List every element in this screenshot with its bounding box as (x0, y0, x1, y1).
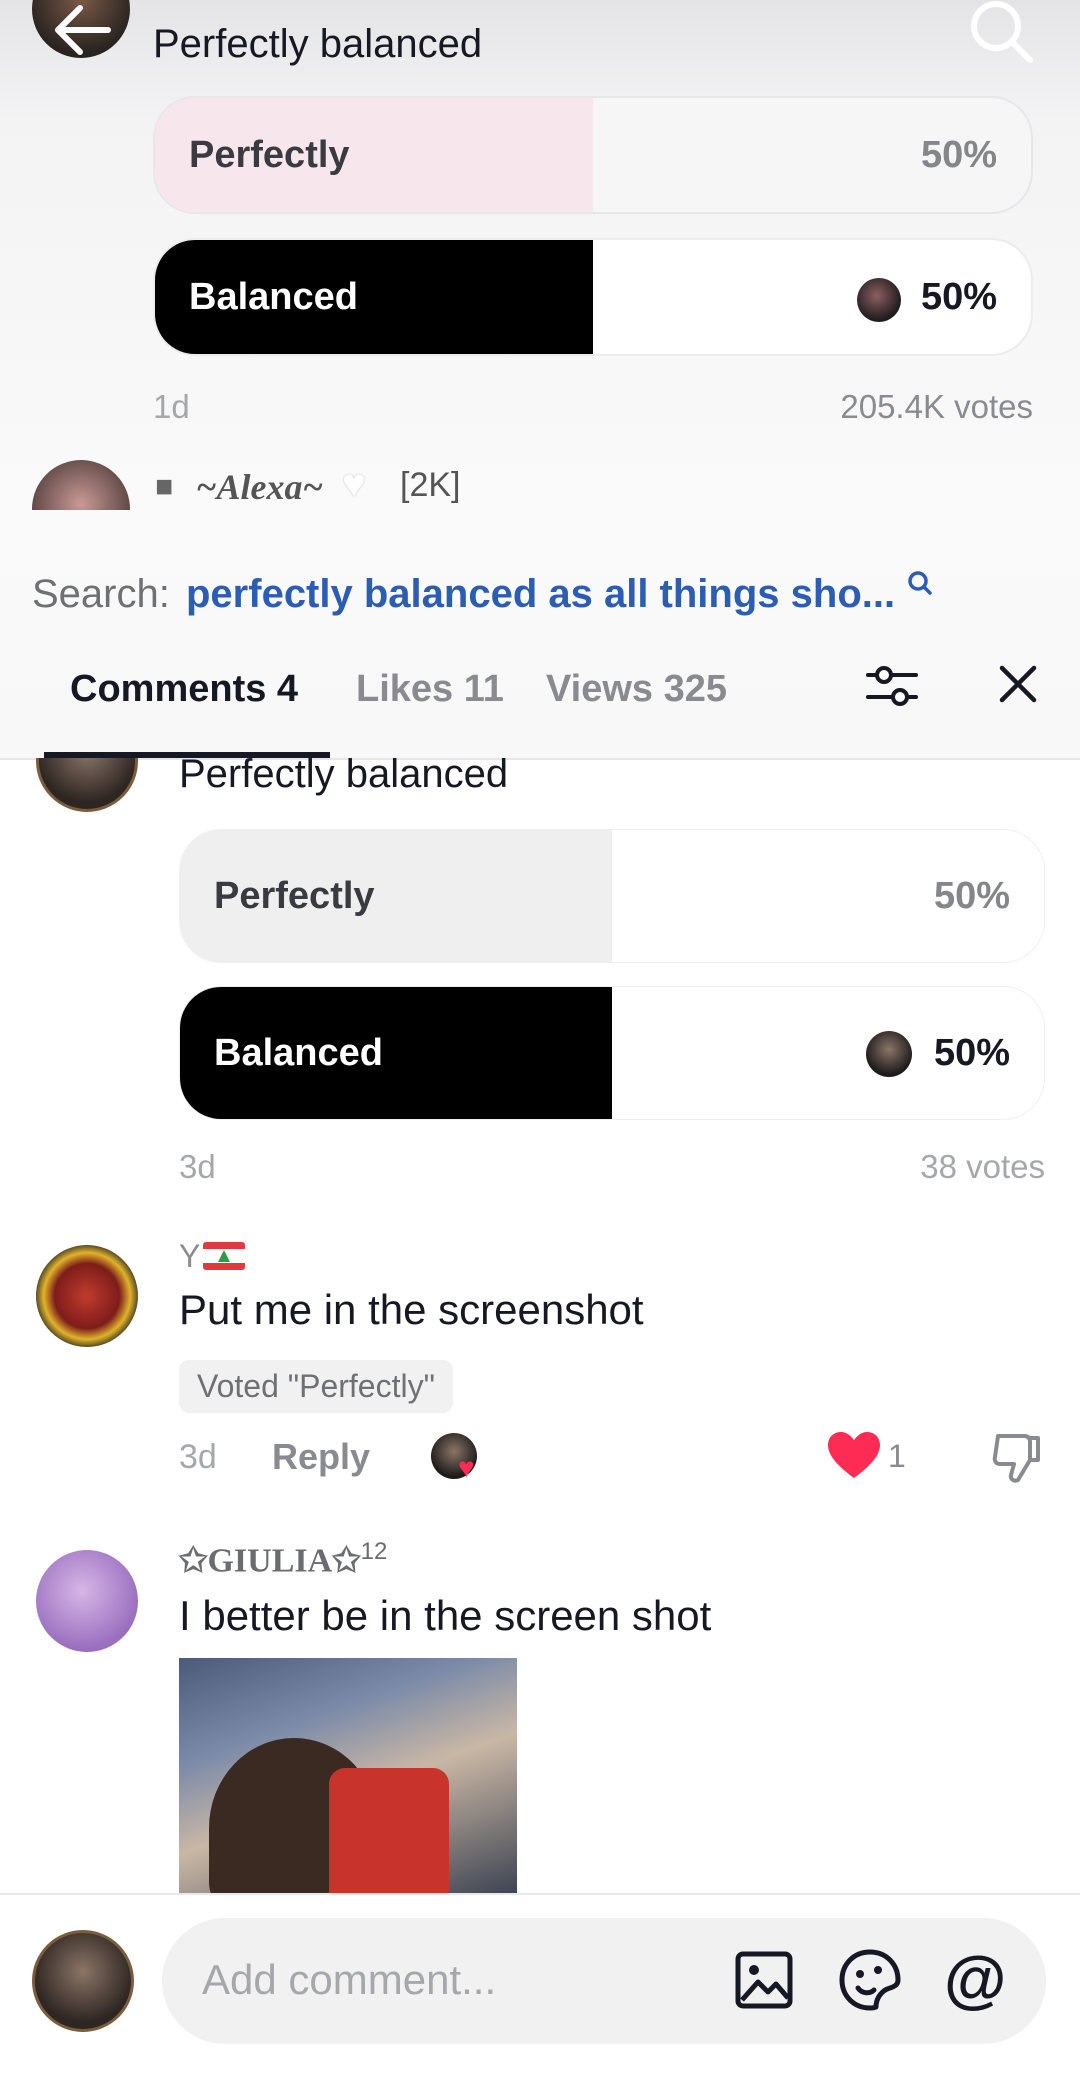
comment-age: 3d (179, 1438, 217, 1476)
comment-username-sup: 12 (360, 1538, 388, 1565)
poll-option-label: Balanced (189, 275, 358, 318)
filter-sliders-icon[interactable] (864, 658, 920, 714)
tab-likes[interactable]: Likes 11 (356, 668, 504, 711)
commenter-avatar[interactable] (36, 1550, 138, 1652)
lebanon-flag-icon (203, 1242, 245, 1270)
shoe-emoji-icon: ■ (155, 470, 174, 503)
video-poll-option-balanced[interactable]: Balanced 50% (153, 238, 1033, 356)
sheet-poll-age: 3d (179, 1148, 216, 1185)
comment-text: Put me in the screenshot (179, 1286, 644, 1333)
back-arrow-icon[interactable] (50, 2, 114, 58)
voter-avatar (857, 278, 901, 322)
dislike-icon[interactable] (992, 1432, 1042, 1484)
tab-comments[interactable]: Comments 4 (70, 668, 298, 711)
video-poll-question: Perfectly balanced (153, 22, 483, 66)
comment-input-placeholder: Add comment... (202, 1956, 497, 2003)
search-prefix: Search: (32, 572, 170, 616)
comment-text: I better be in the screen shot (179, 1592, 712, 1639)
video-poll-age: 1d (153, 388, 190, 425)
poll-option-percent: 50% (920, 275, 997, 318)
voted-tag: Voted "Perfectly" (179, 1360, 453, 1413)
comment-username-text: ✩GIULIA✩ (179, 1542, 361, 1580)
poll-option-percent: 50% (920, 133, 997, 176)
close-icon[interactable] (996, 662, 1040, 706)
voter-avatar (866, 1031, 912, 1077)
comment-image[interactable] (179, 1658, 517, 1894)
search-icon[interactable] (968, 0, 1036, 66)
user-badge: [2K] (400, 466, 461, 504)
image-icon[interactable] (734, 1950, 794, 2010)
sheet-poll-option-balanced[interactable]: Balanced 50% (179, 986, 1045, 1120)
poll-option-label: Perfectly (189, 133, 350, 176)
search-small-icon[interactable] (905, 568, 935, 598)
comment-username[interactable]: ✩GIULIA✩12 (179, 1538, 387, 1580)
poll-option-label: Balanced (214, 1031, 383, 1074)
search-query-link[interactable]: perfectly balanced as all things sho... (186, 572, 895, 617)
video-poll-option-perfectly[interactable]: Perfectly 50% (153, 96, 1033, 214)
next-username[interactable]: ~Alexa~ (196, 466, 323, 508)
mention-icon[interactable]: @ (944, 1942, 1006, 2016)
creator-heart-icon: ♥ (458, 1452, 475, 1483)
commenter-avatar[interactable] (36, 1245, 138, 1347)
poll-option-percent: 50% (933, 874, 1010, 917)
reply-button[interactable]: Reply (272, 1436, 370, 1478)
my-avatar[interactable] (32, 1930, 134, 2032)
like-heart-icon[interactable] (828, 1432, 880, 1480)
sheet-poll-option-perfectly[interactable]: Perfectly 50% (179, 829, 1045, 963)
photo-chair-shape (329, 1768, 449, 1894)
comment-username[interactable]: Y (179, 1238, 200, 1275)
tab-views[interactable]: Views 325 (546, 668, 727, 711)
comment-input[interactable]: Add comment... (162, 1918, 1046, 2044)
white-heart-icon: ♥ (342, 462, 366, 506)
like-count: 1 (888, 1438, 906, 1474)
video-poll-votes: 205.4K votes (840, 388, 1033, 425)
emoji-sticker-icon[interactable] (838, 1948, 902, 2012)
poll-option-percent: 50% (933, 1031, 1010, 1074)
sheet-poll-votes: 38 votes (920, 1148, 1045, 1185)
sheet-poll-question: Perfectly balanced (179, 752, 509, 796)
poll-option-label: Perfectly (214, 874, 375, 917)
